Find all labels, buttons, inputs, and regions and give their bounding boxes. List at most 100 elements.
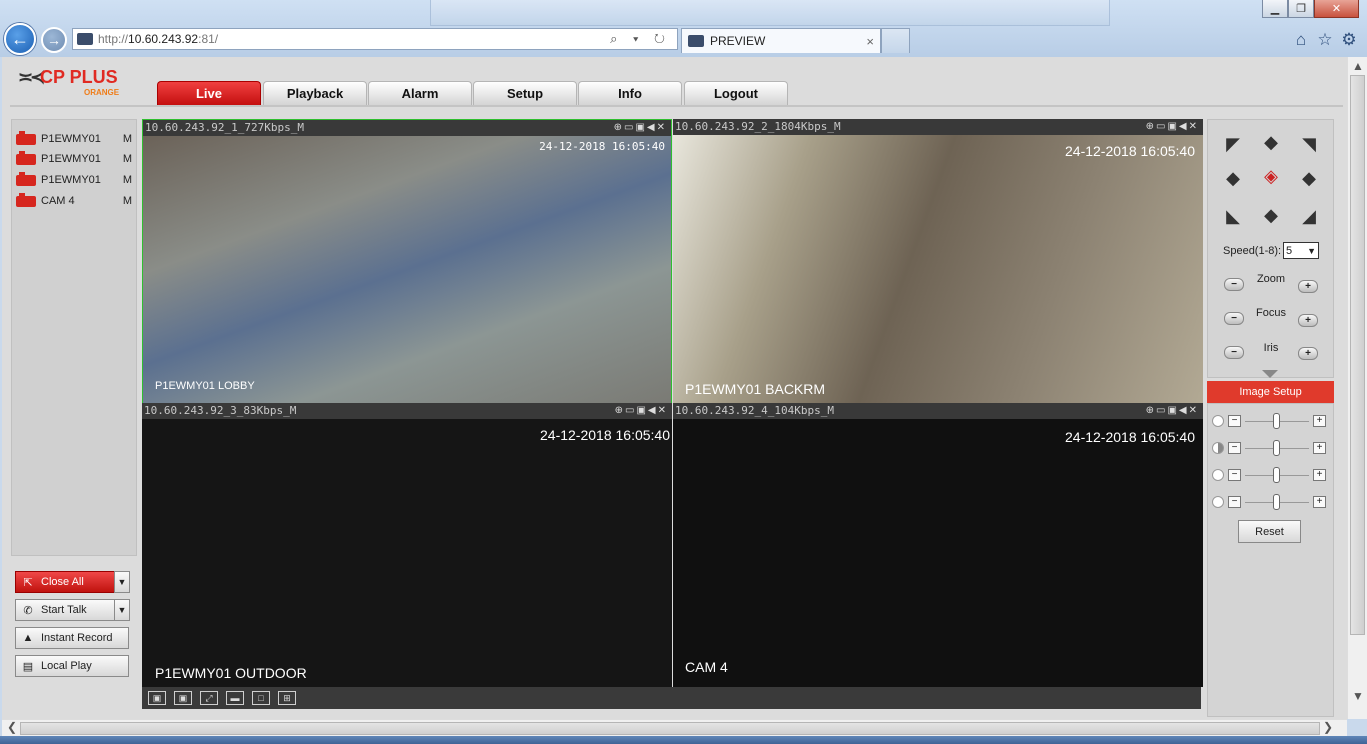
saturation-slider[interactable]	[1273, 467, 1280, 483]
brightness-slider[interactable]	[1273, 413, 1280, 429]
camera-icon	[16, 130, 36, 145]
camera-item[interactable]: P1EWMY01 M	[16, 150, 132, 167]
close-all-button[interactable]: ⇱ Close All	[15, 571, 116, 593]
cell-timestamp: 24-12-2018 16:05:40	[1065, 143, 1195, 159]
tab-close-icon[interactable]: ×	[866, 34, 874, 49]
fit-window-icon[interactable]: ▬	[226, 691, 244, 705]
horizontal-scroll-thumb[interactable]	[20, 722, 1320, 735]
vertical-scroll-thumb[interactable]	[1350, 75, 1365, 635]
scroll-right-icon[interactable]: ❯	[1320, 720, 1336, 734]
ptz-left-icon[interactable]: ◆	[1223, 168, 1243, 188]
maximize-button[interactable]: ❐	[1288, 0, 1314, 18]
brightness-minus-button[interactable]: −	[1228, 415, 1241, 427]
close-all-icon: ⇱	[23, 576, 33, 589]
search-refresh-icons[interactable]: ⌕ ▾ ↻	[610, 31, 671, 47]
horizontal-scrollbar[interactable]: ❮ ❯	[2, 719, 1347, 736]
back-button[interactable]: ←	[4, 23, 36, 55]
scroll-left-icon[interactable]: ❮	[4, 720, 20, 734]
contrast-slider[interactable]	[1273, 440, 1280, 456]
address-bar[interactable]: http://10.60.243.92:81/ ⌕ ▾ ↻	[72, 28, 678, 50]
cell-toolbar-icons[interactable]: ⊕▭▣◀✕	[614, 120, 667, 136]
ptz-up-left-icon[interactable]: ◤	[1223, 134, 1243, 154]
video-cell[interactable]: 10.60.243.92_1_727Kbps_M ⊕▭▣◀✕ 24-12-201…	[142, 119, 672, 404]
video-cell[interactable]: 10.60.243.92_3_83Kbps_M ⊕▭▣◀✕ 24-12-2018…	[142, 403, 672, 687]
tab-playback[interactable]: Playback	[263, 81, 367, 105]
browser-tab[interactable]: PREVIEW ×	[681, 28, 881, 53]
contrast-plus-button[interactable]: +	[1313, 442, 1326, 454]
collapse-arrow-icon[interactable]	[1262, 370, 1278, 378]
reset-button[interactable]: Reset	[1238, 520, 1301, 543]
ptz-up-right-icon[interactable]: ◥	[1299, 134, 1319, 154]
home-icon[interactable]: ⌂	[1291, 30, 1311, 50]
saturation-minus-button[interactable]: −	[1228, 469, 1241, 481]
tab-alarm[interactable]: Alarm	[368, 81, 472, 105]
contrast-minus-button[interactable]: −	[1228, 442, 1241, 454]
focus-plus-button[interactable]: +	[1298, 314, 1318, 327]
start-talk-dropdown[interactable]: ▼	[114, 599, 130, 621]
arrow-right-icon: →	[47, 32, 61, 48]
forward-button[interactable]: →	[41, 27, 67, 53]
close-all-dropdown[interactable]: ▼	[114, 571, 130, 593]
fullscreen-icon[interactable]: ⤢	[200, 691, 218, 705]
zoom-plus-button[interactable]: +	[1298, 280, 1318, 293]
quad-view-icon[interactable]: ⊞	[278, 691, 296, 705]
zoom-minus-button[interactable]: −	[1224, 278, 1244, 291]
stream-main-icon[interactable]: ▣	[148, 691, 166, 705]
camera-mode: M	[122, 195, 132, 207]
camera-mode: M	[122, 174, 132, 186]
iris-minus-button[interactable]: −	[1224, 346, 1244, 359]
chevron-down-icon: ▼	[1307, 245, 1316, 256]
cell-header: 10.60.243.92_4_104Kbps_M	[673, 403, 1203, 419]
ptz-down-icon[interactable]: ◆	[1261, 205, 1281, 225]
hue-plus-button[interactable]: +	[1313, 496, 1326, 508]
favorites-star-icon[interactable]: ☆	[1315, 30, 1335, 50]
address-text[interactable]: http://10.60.243.92:81/	[98, 32, 218, 46]
image-setup-header[interactable]: Image Setup	[1207, 381, 1334, 403]
instant-record-button[interactable]: ▲ Instant Record	[15, 627, 129, 649]
local-play-button[interactable]: ▤ Local Play	[15, 655, 129, 677]
tab-info[interactable]: Info	[578, 81, 682, 105]
cell-camera-label: CAM 4	[685, 659, 728, 675]
cell-toolbar-icons[interactable]: ⊕▭▣◀✕	[1146, 119, 1199, 135]
vertical-scrollbar[interactable]: ▲ ▼	[1347, 57, 1367, 719]
tab-setup[interactable]: Setup	[473, 81, 577, 105]
cell-toolbar-icons[interactable]: ⊕▭▣◀✕	[615, 403, 668, 419]
cell-toolbar-icons[interactable]: ⊕▭▣◀✕	[1146, 403, 1199, 419]
minimize-button[interactable]: ▁	[1262, 0, 1288, 18]
iris-label: Iris	[1263, 342, 1279, 354]
cell-timestamp: 24-12-2018 16:05:40	[1065, 429, 1195, 445]
hue-slider[interactable]	[1273, 494, 1280, 510]
video-cell[interactable]: 10.60.243.92_4_104Kbps_M ⊕▭▣◀✕ 24-12-201…	[673, 403, 1203, 687]
cell-camera-label: P1EWMY01 OUTDOOR	[155, 665, 307, 681]
tab-logout[interactable]: Logout	[684, 81, 788, 105]
camera-item[interactable]: CAM 4 M	[16, 192, 132, 209]
window-close-button[interactable]: ✕	[1314, 0, 1359, 18]
logo-subtext: ORANGE	[84, 88, 120, 97]
ptz-down-left-icon[interactable]: ◣	[1223, 206, 1243, 226]
stream-sub-icon[interactable]: ▣	[174, 691, 192, 705]
scroll-up-icon[interactable]: ▲	[1350, 59, 1366, 73]
new-tab-button[interactable]	[881, 28, 910, 53]
start-talk-button[interactable]: ✆ Start Talk	[15, 599, 116, 621]
video-feed	[673, 135, 1203, 403]
cell-camera-label: P1EWMY01 BACKRM	[685, 381, 826, 397]
ptz-down-right-icon[interactable]: ◢	[1299, 206, 1319, 226]
ptz-auto-icon[interactable]: ◈	[1261, 166, 1281, 186]
camera-item[interactable]: P1EWMY01 M	[16, 130, 132, 147]
iris-plus-button[interactable]: +	[1298, 347, 1318, 360]
focus-minus-button[interactable]: −	[1224, 312, 1244, 325]
tab-live[interactable]: Live	[157, 81, 261, 105]
scroll-down-icon[interactable]: ▼	[1350, 689, 1366, 703]
site-icon	[77, 33, 93, 45]
single-view-icon[interactable]: □	[252, 691, 270, 705]
saturation-plus-button[interactable]: +	[1313, 469, 1326, 481]
settings-gear-icon[interactable]: ⚙	[1339, 30, 1359, 50]
brightness-plus-button[interactable]: +	[1313, 415, 1326, 427]
speed-select[interactable]: 5 ▼	[1283, 242, 1319, 259]
camera-item[interactable]: P1EWMY01 M	[16, 171, 132, 188]
hue-minus-button[interactable]: −	[1228, 496, 1241, 508]
ptz-up-icon[interactable]: ◆	[1261, 132, 1281, 152]
ptz-right-icon[interactable]: ◆	[1299, 168, 1319, 188]
cell-timestamp: 24-12-2018 16:05:40	[540, 427, 670, 443]
video-cell[interactable]: 10.60.243.92_2_1804Kbps_M ⊕▭▣◀✕ 24-12-20…	[673, 119, 1203, 403]
